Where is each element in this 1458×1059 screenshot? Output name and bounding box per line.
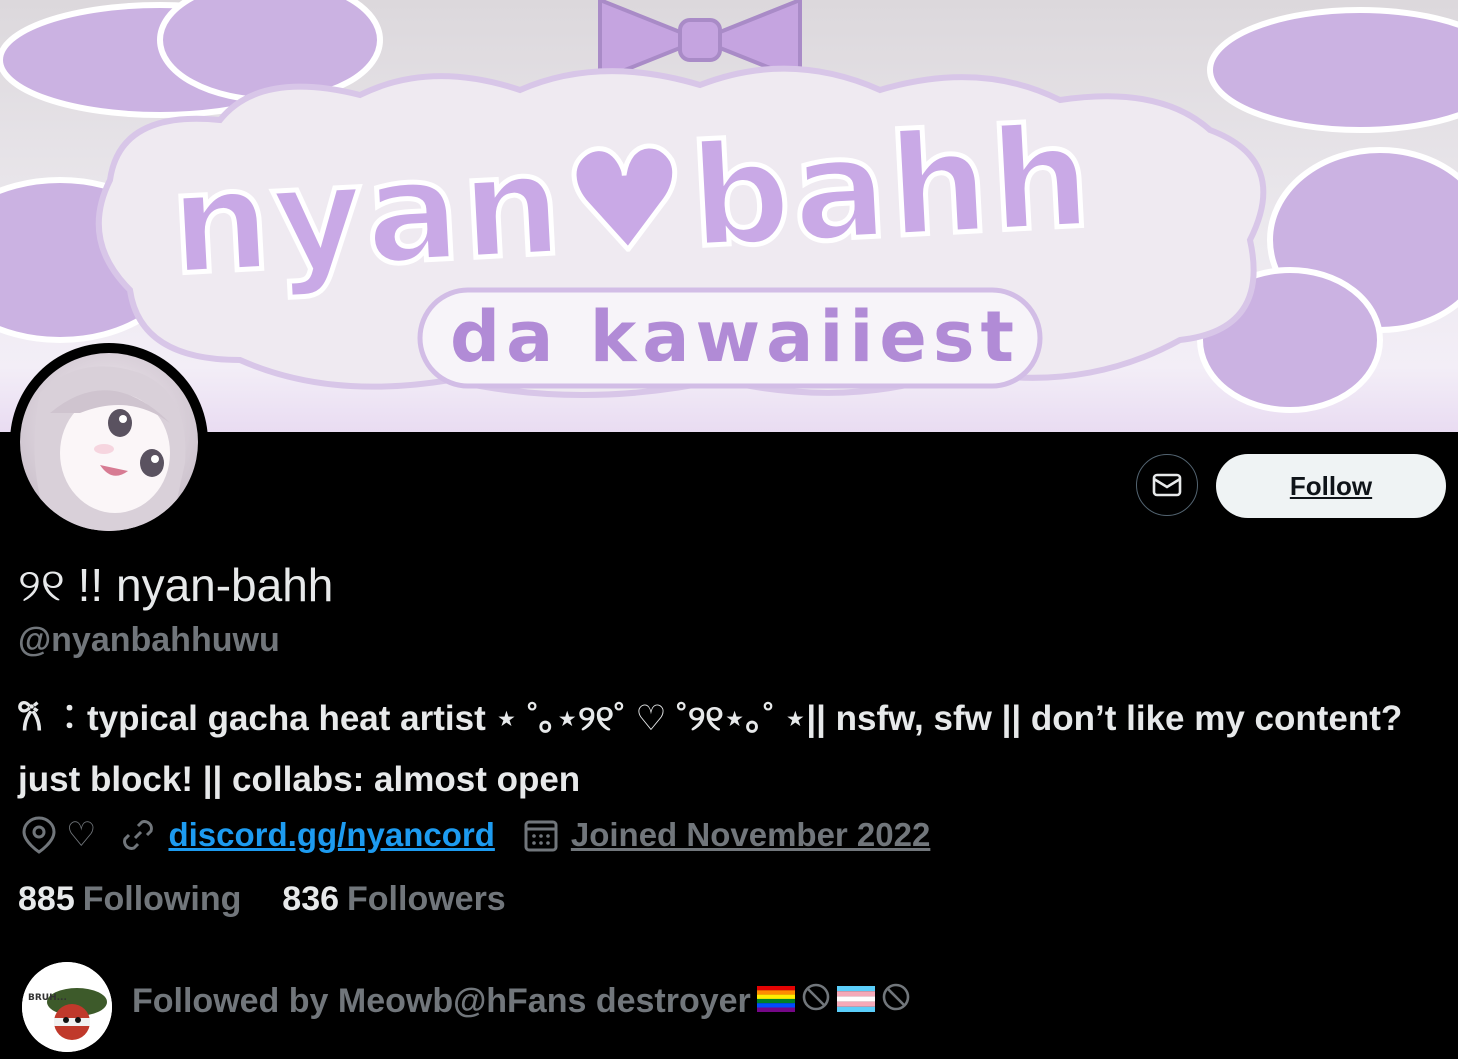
link-icon xyxy=(118,815,158,855)
followed-by-text: Followed by Meowb@hFans destroyer xyxy=(132,982,751,1020)
follow-stats: 885 Following 836 Followers xyxy=(18,880,506,919)
avatar-caption: BRUH... xyxy=(28,993,67,1003)
followers-link[interactable]: 836 Followers xyxy=(282,880,505,918)
banner-subtitle: da kawaiiest xyxy=(450,296,1020,378)
following-link[interactable]: 885 Following xyxy=(18,880,251,918)
followers-label: Followers xyxy=(347,880,506,918)
prohibited-icon xyxy=(881,982,911,1021)
avatar-image xyxy=(20,353,198,531)
website-link[interactable]: discord.gg/nyancord xyxy=(168,816,494,854)
profile-bio: 𐙚 ︰typical gacha heat artist ⋆ ˚｡⋆୨୧˚ ♡ … xyxy=(18,699,1403,799)
followed-by-avatar[interactable]: BRUH... xyxy=(22,962,112,1052)
user-handle: @nyanbahhuwu xyxy=(18,621,280,659)
profile-avatar[interactable] xyxy=(10,343,208,541)
joined-date[interactable]: Joined November 2022 xyxy=(571,816,931,854)
profile-banner[interactable]: nyan♥bahh da kawaiiest xyxy=(0,0,1458,432)
prohibited-icon xyxy=(801,982,831,1021)
rainbow-flag-icon xyxy=(756,982,795,1021)
followed-by-avatar-image: BRUH... xyxy=(22,962,112,1052)
map-pin-icon xyxy=(20,815,58,855)
follow-button[interactable]: Follow xyxy=(1216,454,1446,518)
profile-meta-row: ♡ discord.gg/nyancord Joined November 20… xyxy=(20,812,930,858)
display-name: ୨୧ !! nyan-bahh xyxy=(18,559,334,611)
following-label: Following xyxy=(82,880,242,918)
following-count: 885 xyxy=(18,880,75,918)
followers-count: 836 xyxy=(282,880,340,918)
envelope-icon xyxy=(1151,469,1183,501)
calendar-icon xyxy=(523,816,559,854)
message-button[interactable] xyxy=(1136,454,1198,516)
avatar-illustration xyxy=(34,366,186,531)
trans-flag-icon xyxy=(836,982,875,1021)
followed-by-link[interactable]: Followed by Meowb@hFans destroyer xyxy=(132,982,911,1021)
location-text: ♡ xyxy=(66,816,97,854)
